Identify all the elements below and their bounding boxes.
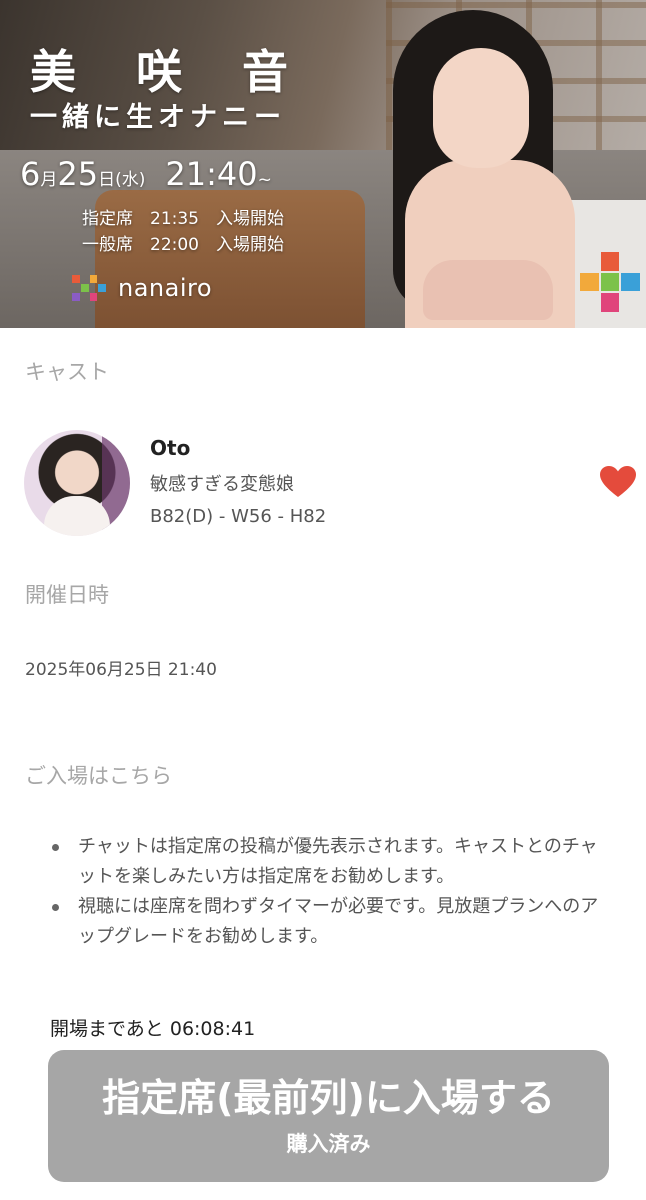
banner-time: 21:40 <box>165 155 258 193</box>
list-item: チャットは指定席の投稿が優先表示されます。キャストとのチャットを楽しみたい方は指… <box>48 832 608 892</box>
cast-measurements: B82(D) - W56 - H82 <box>150 506 327 527</box>
banner-subtitle: 一緒に生オナニー <box>30 102 286 133</box>
banner-weekday: (水) <box>115 170 146 190</box>
banner-date: 6 月 25 日 (水) 21:40 ~ <box>20 155 272 193</box>
banner-day-unit: 日 <box>98 170 116 190</box>
cast-heading: キャスト <box>25 360 109 384</box>
avatar[interactable] <box>24 430 130 536</box>
nanairo-logo-icon <box>72 275 106 301</box>
banner-day: 25 <box>57 155 99 193</box>
banner-month: 6 <box>20 155 41 193</box>
entry-heading: ご入場はこちら <box>25 764 172 788</box>
heart-icon <box>600 466 636 497</box>
pillow-logo-icon <box>580 252 640 312</box>
list-item: 視聴には座席を問わずタイマーが必要です。見放題プランへのアップグレードをお勧めし… <box>48 892 608 952</box>
opening-countdown: 開場まであと 06:08:41 <box>50 1018 256 1040</box>
cast-description: 敏感すぎる変態娘 <box>150 474 294 495</box>
banner-time-suffix: ~ <box>257 170 272 190</box>
banner-model-photo <box>385 10 585 328</box>
banner-seat-reserved: 指定席 21:35 入場開始 <box>82 209 284 229</box>
event-banner: 美 咲 音 一緒に生オナニー 6 月 25 日 (水) 21:40 ~ 指定席 … <box>0 0 646 328</box>
enter-button-label: 指定席(最前列)に入場する <box>102 1076 555 1120</box>
cast-name[interactable]: Oto <box>150 436 190 460</box>
event-datetime: 2025年06月25日 21:40 <box>25 660 217 680</box>
brand-logo: nanairo <box>72 274 212 302</box>
entry-notes: チャットは指定席の投稿が優先表示されます。キャストとのチャットを楽しみたい方は指… <box>48 832 608 952</box>
brand-name: nanairo <box>118 274 213 302</box>
purchased-label: 購入済み <box>286 1132 371 1156</box>
enter-reserved-seat-button[interactable]: 指定席(最前列)に入場する 購入済み <box>48 1050 609 1182</box>
banner-month-unit: 月 <box>40 170 58 190</box>
date-heading: 開催日時 <box>25 583 109 607</box>
banner-title: 美 咲 音 <box>30 45 311 99</box>
event-page: 美 咲 音 一緒に生オナニー 6 月 25 日 (水) 21:40 ~ 指定席 … <box>0 0 646 1200</box>
favorite-button[interactable] <box>600 466 636 498</box>
banner-seat-general: 一般席 22:00 入場開始 <box>82 235 284 255</box>
